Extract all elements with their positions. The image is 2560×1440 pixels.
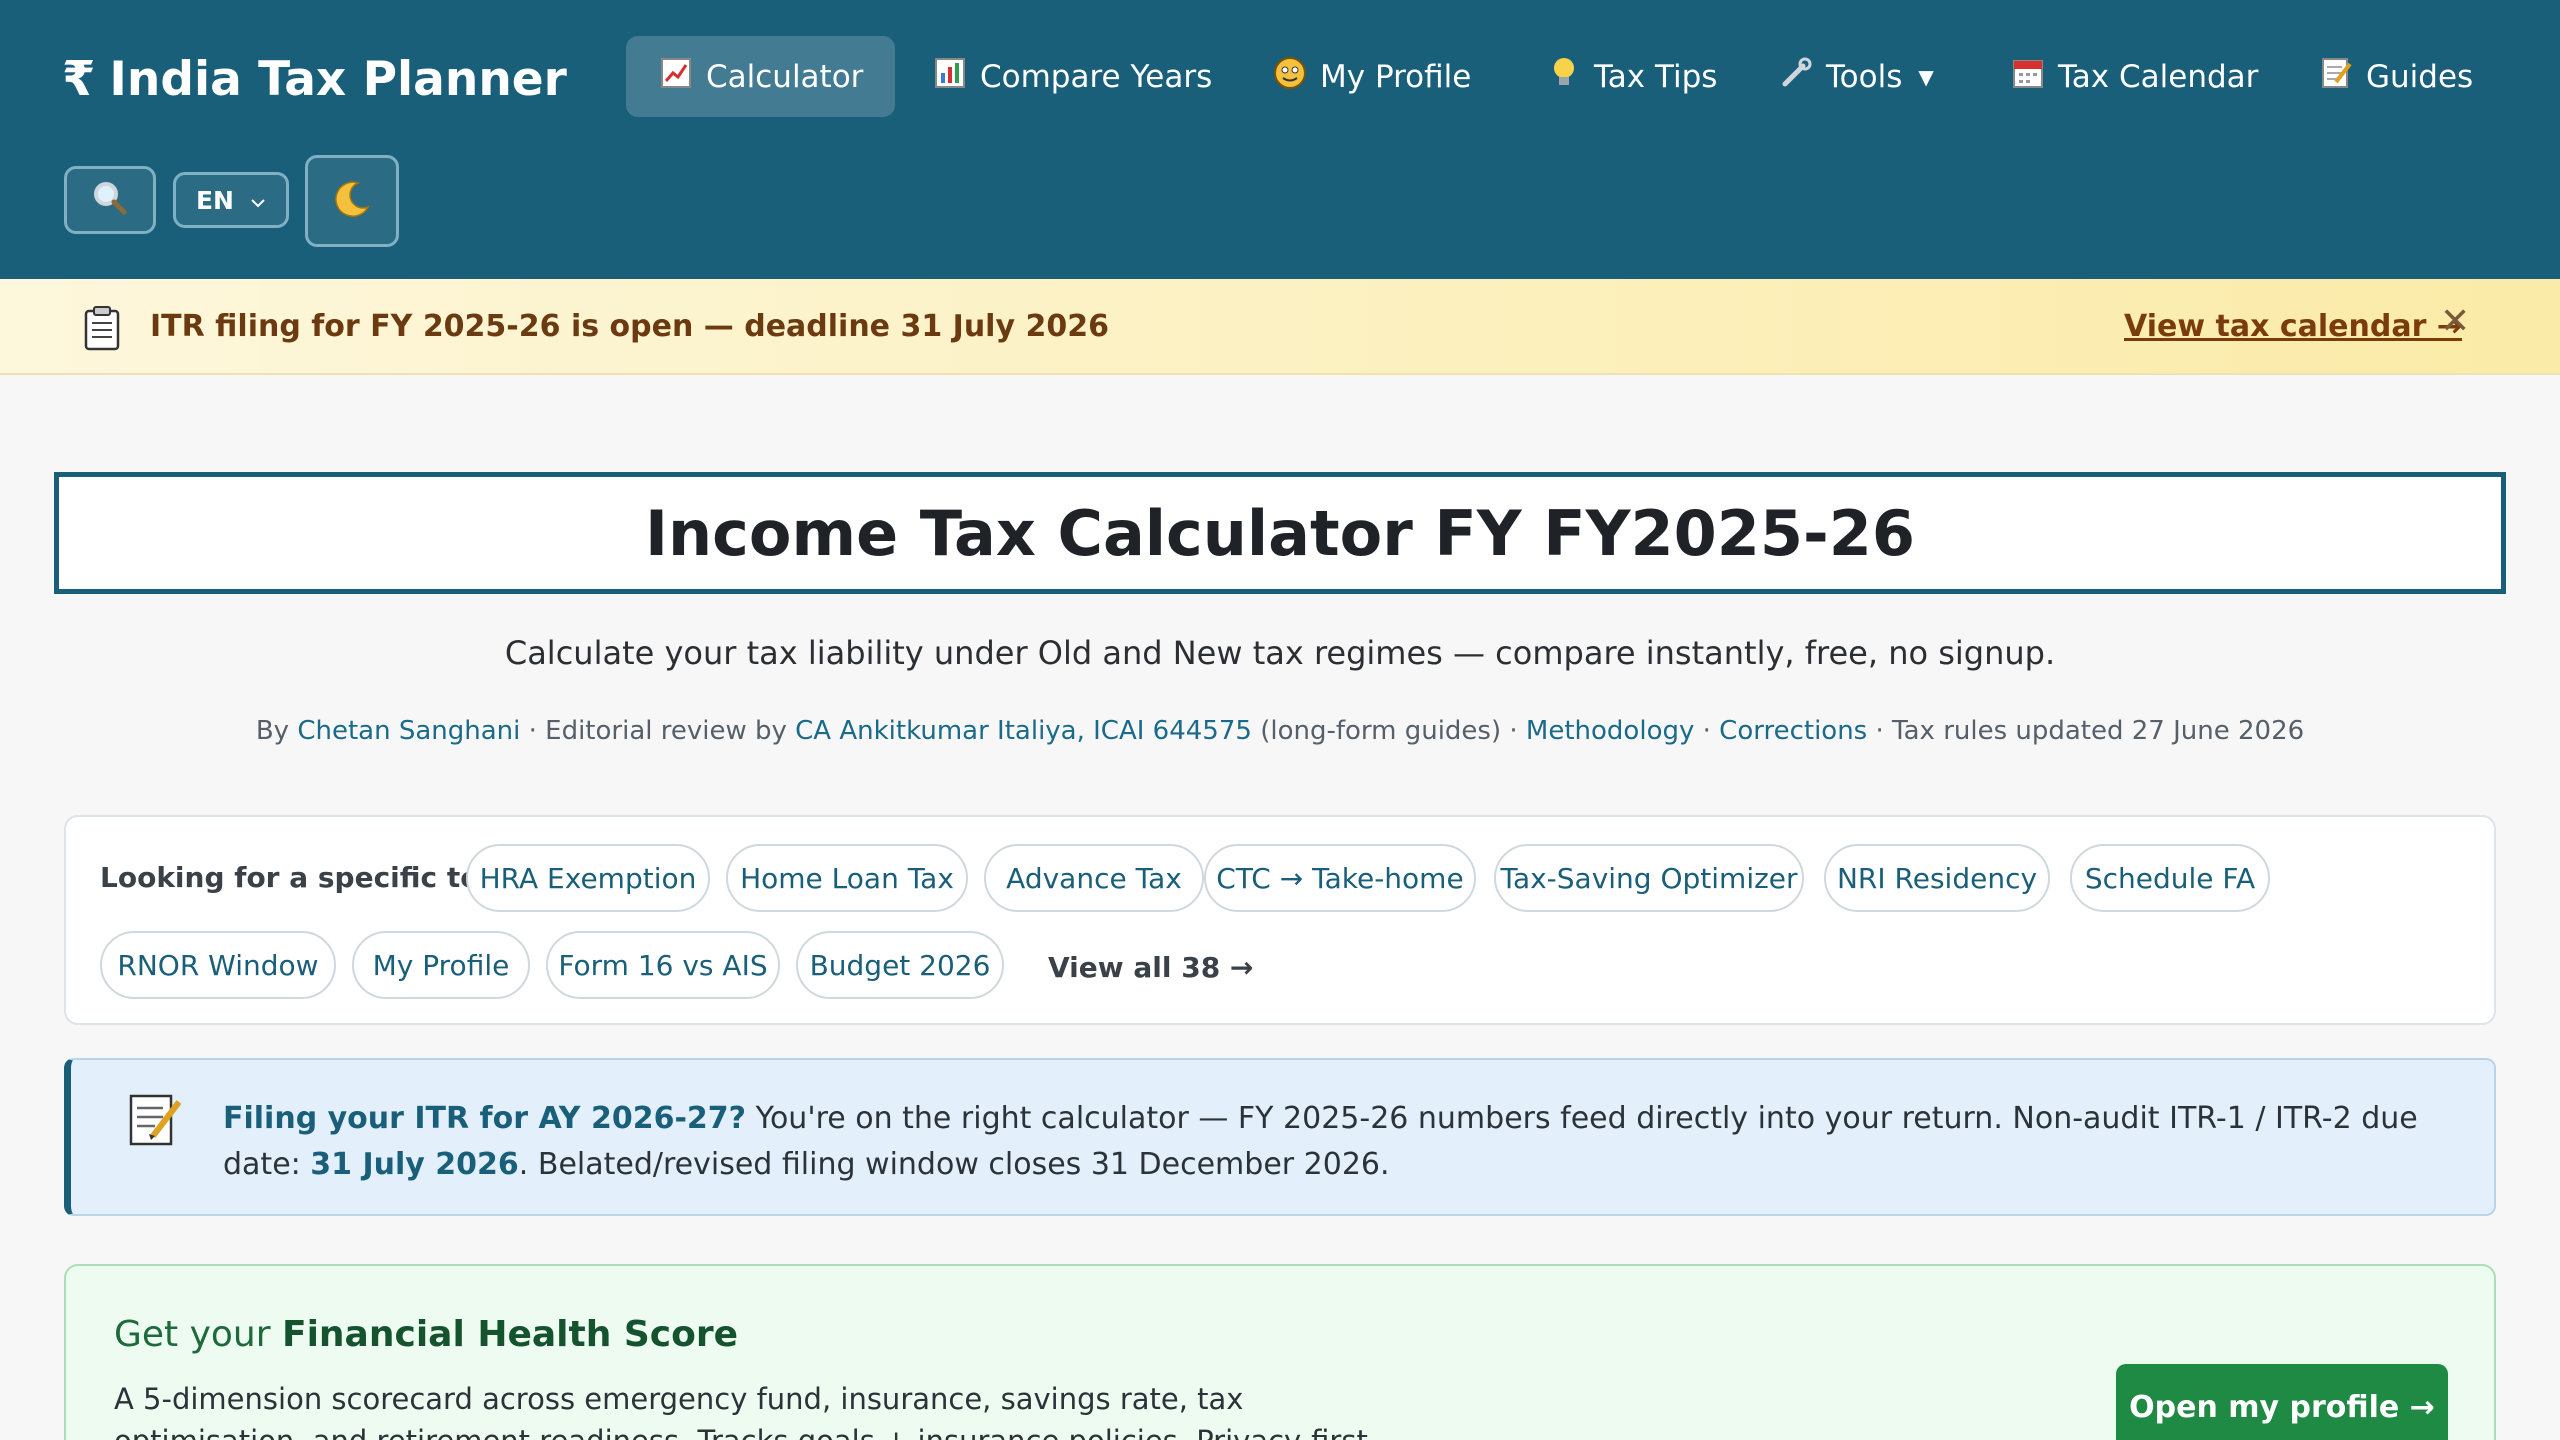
author-link[interactable]: Chetan Sanghani xyxy=(297,716,520,746)
chart-up-icon xyxy=(658,57,694,97)
memo-icon xyxy=(127,1090,183,1148)
corrections-link[interactable]: Corrections xyxy=(1719,716,1867,746)
byline-review-suffix: (long-form guides) · xyxy=(1251,716,1526,746)
nav-tax-calendar[interactable]: Tax Calendar xyxy=(1978,36,2290,117)
tool-chip-schedule-fa[interactable]: Schedule FA xyxy=(2070,844,2270,912)
open-my-profile-button[interactable]: Open my profile → xyxy=(2116,1364,2448,1440)
nav-my-profile[interactable]: My Profile xyxy=(1240,36,1503,117)
financial-health-card: Get your Financial Health Score A 5-dime… xyxy=(64,1264,2496,1440)
byline-sep: · xyxy=(1694,716,1720,746)
tool-chip-my-profile[interactable]: My Profile xyxy=(352,931,530,999)
memo-icon xyxy=(2318,56,2354,98)
close-icon[interactable]: ✕ xyxy=(2440,301,2470,342)
face-icon xyxy=(1272,56,1308,98)
health-title-prefix: Get your xyxy=(114,1314,282,1355)
nav-label: Guides xyxy=(2366,58,2474,95)
brand-name: India Tax Planner xyxy=(109,51,567,107)
language-select[interactable]: EN xyxy=(173,172,289,228)
tool-chip-budget-2026[interactable]: Budget 2026 xyxy=(796,931,1004,999)
health-card-title: Get your Financial Health Score xyxy=(114,1314,738,1355)
banner-message: ITR filing for FY 2025-26 is open — dead… xyxy=(150,309,1109,344)
health-title-bold: Financial Health Score xyxy=(282,1314,739,1355)
rupee-icon: ₹ xyxy=(62,51,96,107)
chevron-down-icon xyxy=(250,186,266,215)
moon-icon xyxy=(330,177,374,225)
language-value: EN xyxy=(195,185,234,215)
nav-guides[interactable]: Guides xyxy=(2286,36,2505,117)
tools-label: Looking for a specific tool? xyxy=(100,861,525,894)
theme-toggle-button[interactable] xyxy=(305,155,399,247)
nav-calculator[interactable]: Calculator xyxy=(626,36,896,117)
calendar-icon xyxy=(2010,57,2046,97)
tool-chip-rnor-window[interactable]: RNOR Window xyxy=(100,931,336,999)
nav-compare-years[interactable]: Compare Years xyxy=(900,36,1244,117)
view-all-tools-link[interactable]: View all 38 → xyxy=(1048,951,1253,984)
health-card-description: A 5-dimension scorecard across emergency… xyxy=(114,1382,1406,1440)
nav-label: My Profile xyxy=(1320,58,1472,95)
clipboard-icon xyxy=(80,305,124,351)
itr-notice-tail: . Belated/revised filing window closes 3… xyxy=(518,1147,1390,1182)
tool-chip-hra-exemption[interactable]: HRA Exemption xyxy=(466,844,710,912)
tool-chip-nri-residency[interactable]: NRI Residency xyxy=(1824,844,2050,912)
site-header: ₹ India Tax Planner Calculator Compare Y… xyxy=(0,0,2560,279)
nav-label: Tax Tips xyxy=(1594,58,1718,95)
itr-notice-text: Filing your ITR for AY 2026-27? You're o… xyxy=(223,1096,2463,1188)
itr-due-date: 31 July 2026 xyxy=(310,1147,519,1182)
byline-by: By xyxy=(255,716,298,746)
nav-label: Tax Calendar xyxy=(2058,58,2259,95)
caret-down-icon: ▼ xyxy=(1918,64,1934,89)
itr-notice-heading: Filing your ITR for AY 2026-27? xyxy=(223,1101,747,1136)
page-title: Income Tax Calculator FY FY2025-26 xyxy=(644,496,1916,570)
page-subtitle: Calculate your tax liability under Old a… xyxy=(504,634,2056,672)
tool-chip-tax-saving-optimizer[interactable]: Tax-Saving Optimizer xyxy=(1494,844,1804,912)
reviewer-link[interactable]: CA Ankitkumar Italiya, ICAI 644575 xyxy=(795,716,1252,746)
byline: By Chetan Sanghani · Editorial review by… xyxy=(0,716,2560,746)
view-tax-calendar-link[interactable]: View tax calendar → xyxy=(2124,309,2462,344)
wrench-icon xyxy=(1778,56,1814,98)
nav-label: Compare Years xyxy=(980,58,1213,95)
filing-banner: ITR filing for FY 2025-26 is open — dead… xyxy=(0,279,2560,375)
nav-tools[interactable]: Tools ▼ xyxy=(1746,36,1966,117)
magnifier-icon xyxy=(90,178,130,222)
nav-label: Tools xyxy=(1826,58,1903,95)
itr-notice: Filing your ITR for AY 2026-27? You're o… xyxy=(64,1058,2496,1216)
tool-chip-ctc-take-home[interactable]: CTC → Take-home xyxy=(1204,844,1476,912)
byline-review-prefix: · Editorial review by xyxy=(520,716,796,746)
nav-label: Calculator xyxy=(706,58,864,95)
tool-chip-advance-tax[interactable]: Advance Tax xyxy=(984,844,1204,912)
methodology-link[interactable]: Methodology xyxy=(1526,716,1694,746)
tool-chip-form16-vs-ais[interactable]: Form 16 vs AIS xyxy=(546,931,780,999)
tool-chip-home-loan-tax[interactable]: Home Loan Tax xyxy=(726,844,968,912)
bar-chart-icon xyxy=(932,57,968,97)
byline-updated: · Tax rules updated 27 June 2026 xyxy=(1867,716,2305,746)
page-title-box: Income Tax Calculator FY FY2025-26 xyxy=(54,472,2506,594)
lightbulb-icon xyxy=(1546,56,1582,98)
brand-logo[interactable]: ₹ India Tax Planner xyxy=(62,48,567,110)
tools-panel: Looking for a specific tool? HRA Exempti… xyxy=(64,815,2496,1025)
search-button[interactable] xyxy=(64,166,156,234)
nav-tax-tips[interactable]: Tax Tips xyxy=(1514,36,1749,117)
